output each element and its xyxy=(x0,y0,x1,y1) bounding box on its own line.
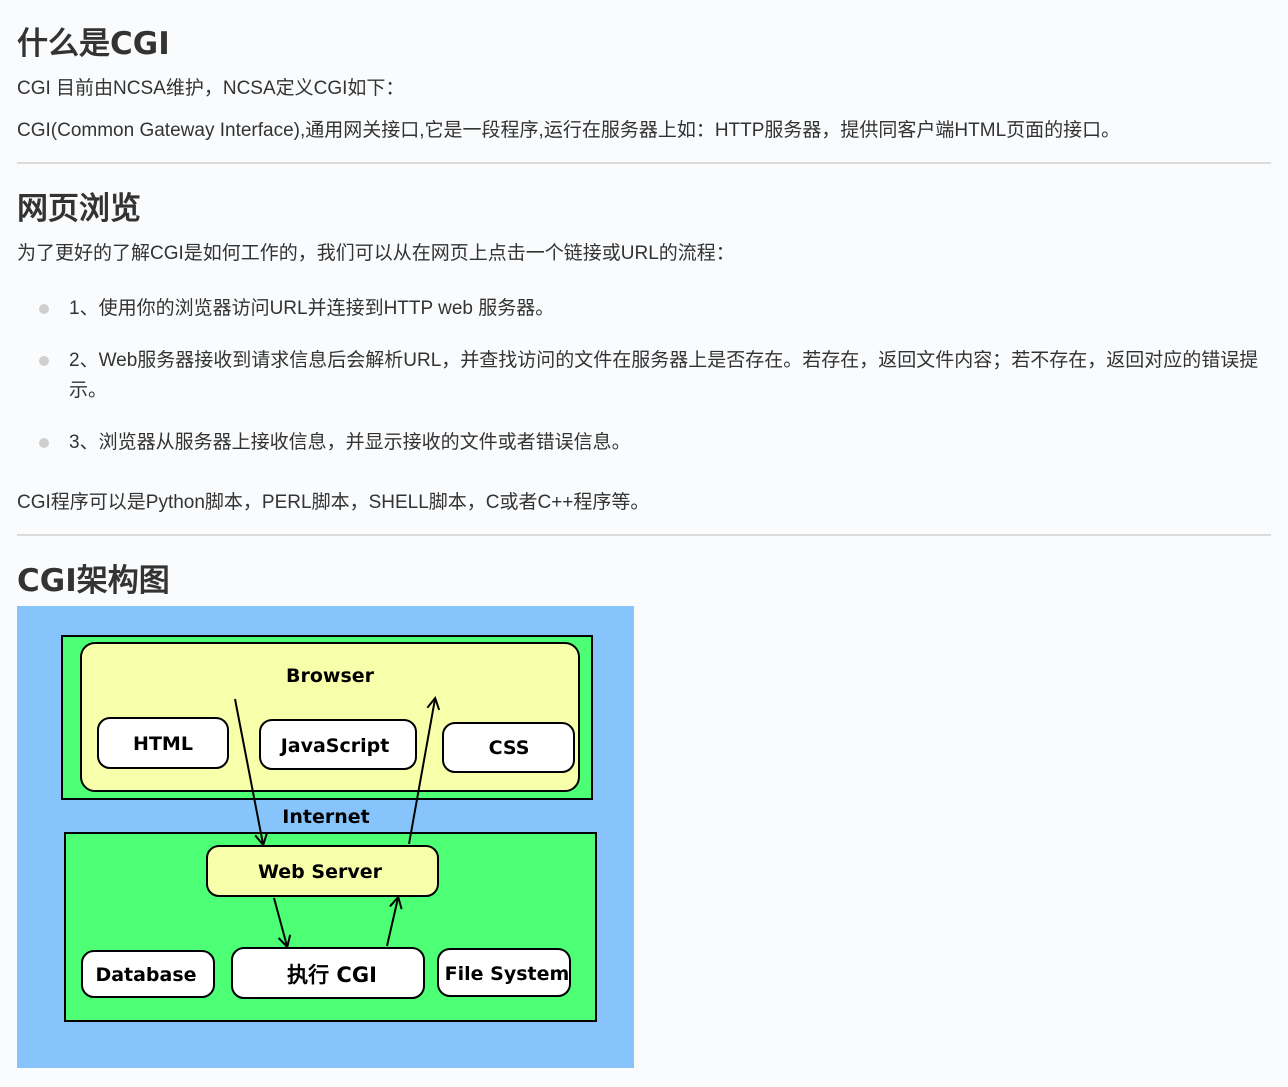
paragraph-cgi-definition: CGI(Common Gateway Interface),通用网关接口,它是一… xyxy=(17,120,1121,141)
section-title-browsing: 网页浏览 xyxy=(17,191,141,227)
paragraph-ncsa: CGI 目前由NCSA维护，NCSA定义CGI如下： xyxy=(17,78,405,99)
filesystem-label: File System xyxy=(445,963,570,985)
cgi-architecture-diagram: Browser HTML JavaScript CSS Internet Web… xyxy=(17,606,634,1068)
paragraph-browsing-intro: 为了更好的了解CGI是如何工作的，我们可以从在网页上点击一个链接或URL的流程： xyxy=(17,243,735,264)
bullet-icon xyxy=(39,356,49,366)
html-label: HTML xyxy=(133,733,193,755)
css-label: CSS xyxy=(489,737,530,759)
list-item: 3、浏览器从服务器上接收信息，并显示接收的文件或者错误信息。 xyxy=(17,428,1271,458)
internet-label: Internet xyxy=(282,806,369,828)
browser-label: Browser xyxy=(286,665,375,687)
bullet-icon xyxy=(39,438,49,448)
divider xyxy=(17,162,1271,164)
bullet-icon xyxy=(39,304,49,314)
steps-list: 1、使用你的浏览器访问URL并连接到HTTP web 服务器。 2、Web服务器… xyxy=(17,294,1271,480)
list-item: 1、使用你的浏览器访问URL并连接到HTTP web 服务器。 xyxy=(17,294,1271,324)
webserver-label: Web Server xyxy=(258,861,383,883)
database-label: Database xyxy=(95,964,196,986)
javascript-label: JavaScript xyxy=(279,735,390,757)
paragraph-cgi-languages: CGI程序可以是Python脚本，PERL脚本，SHELL脚本，C或者C++程序… xyxy=(17,492,650,513)
list-item: 2、Web服务器接收到请求信息后会解析URL，并查找访问的文件在服务器上是否存在… xyxy=(17,346,1271,406)
cgi-label: 执行 CGI xyxy=(287,963,377,987)
section-title-what-is-cgi: 什么是CGI xyxy=(17,26,170,62)
divider xyxy=(17,534,1271,536)
section-title-architecture: CGI架构图 xyxy=(17,563,170,599)
